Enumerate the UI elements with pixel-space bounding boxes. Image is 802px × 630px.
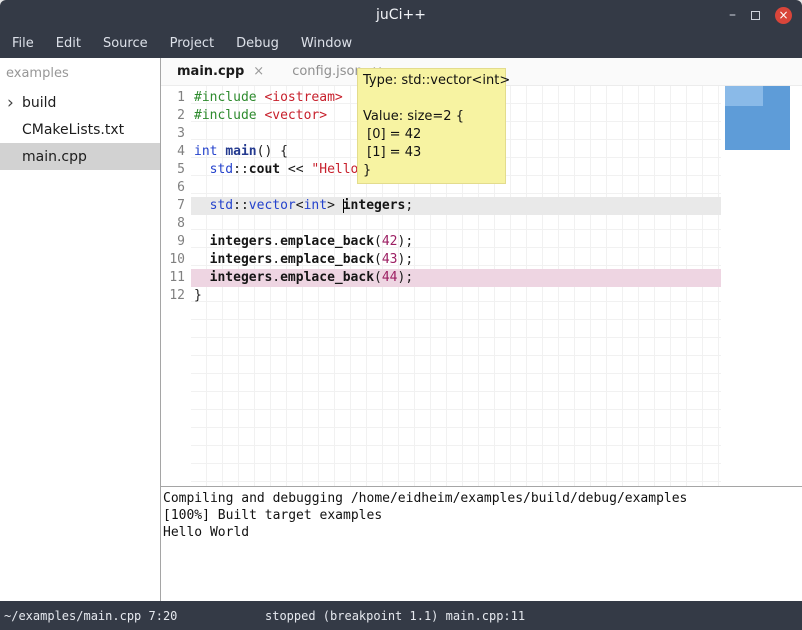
line-number: 2 [161,107,191,125]
code-line-11[interactable]: 11 integers.emplace_back(44); [161,269,802,287]
window-title: juCi++ [0,0,802,30]
menu-edit[interactable]: Edit [45,30,92,58]
tree-item-build[interactable]: ›build [0,89,160,116]
menu-window[interactable]: Window [290,30,363,58]
menu-project[interactable]: Project [159,30,225,58]
code-text [191,215,721,233]
status-file-position: ~/examples/main.cpp 7:20 [4,609,177,623]
tooltip-line: [0] = 42 [363,126,500,144]
line-number: 3 [161,125,191,143]
line-number: 12 [161,287,191,305]
debug-value-tooltip: Type: std::vector<int>Value: size=2 { [0… [357,68,506,184]
code-text: } [191,287,721,305]
project-name: examples [0,58,160,89]
code-text: integers.emplace_back(44); [191,269,721,287]
line-number: 6 [161,179,191,197]
chevron-right-icon[interactable]: › [7,96,21,110]
terminal-line: Compiling and debugging /home/eidheim/ex… [163,490,802,507]
window-controls: – × [729,0,792,30]
editor-area: main.cpp×config.json× 1#include <iostrea… [161,58,802,601]
tooltip-line: Value: size=2 { [363,108,500,126]
main-body: examples ›build CMakeLists.txt main.cpp ma… [0,58,802,601]
terminal-line: Hello World [163,524,802,541]
tree-item-cmakelists-txt[interactable]: CMakeLists.txt [0,116,160,143]
minimap[interactable] [725,86,790,150]
line-number: 9 [161,233,191,251]
terminal-line: [100%] Built target examples [163,507,802,524]
code-text: std::vector<int> integers; [191,197,721,215]
line-number: 7 [161,197,191,215]
file-tree: ›build CMakeLists.txt main.cpp [0,89,160,170]
menubar: FileEditSourceProjectDebugWindow [0,30,802,58]
line-number: 1 [161,89,191,107]
tree-item-label: main.cpp [0,149,87,165]
tooltip-line: } [363,162,500,180]
tab-main-cpp[interactable]: main.cpp × [175,58,276,86]
tab-close-icon[interactable]: × [253,64,264,79]
minimize-button[interactable]: – [729,8,736,22]
line-number: 4 [161,143,191,161]
tab-label: main.cpp [177,64,244,79]
line-number: 5 [161,161,191,179]
tooltip-line [363,90,500,108]
menu-source[interactable]: Source [92,30,159,58]
code-line-7[interactable]: 7 std::vector<int> integers; [161,197,802,215]
status-bar: ~/examples/main.cpp 7:20 stopped (breakp… [0,601,802,630]
menu-file[interactable]: File [1,30,45,58]
jucipp-window: juCi++ – × FileEditSourceProjectDebugWin… [0,0,802,630]
tab-label: config.json [292,64,363,79]
file-tree-panel: examples ›build CMakeLists.txt main.cpp [0,58,161,601]
line-number: 8 [161,215,191,233]
line-number: 11 [161,269,191,287]
titlebar[interactable]: juCi++ – × [0,0,802,30]
line-number: 10 [161,251,191,269]
tree-item-label: build [21,95,56,111]
code-line-9[interactable]: 9 integers.emplace_back(42); [161,233,802,251]
menu-debug[interactable]: Debug [225,30,290,58]
status-debug-state: stopped (breakpoint 1.1) main.cpp:11 [265,609,525,623]
minimap-viewport [725,86,763,106]
code-line-10[interactable]: 10 integers.emplace_back(43); [161,251,802,269]
maximize-icon [751,11,760,20]
maximize-button[interactable] [751,11,760,20]
tooltip-line: Type: std::vector<int> [363,72,500,90]
close-button[interactable]: × [775,7,792,24]
tooltip-line: [1] = 43 [363,144,500,162]
tree-item-label: CMakeLists.txt [0,122,124,138]
output-terminal[interactable]: Compiling and debugging /home/eidheim/ex… [161,486,802,601]
code-line-12[interactable]: 12} [161,287,802,305]
code-text: integers.emplace_back(42); [191,233,721,251]
tree-item-main-cpp[interactable]: main.cpp [0,143,160,170]
code-line-8[interactable]: 8 [161,215,802,233]
code-text: integers.emplace_back(43); [191,251,721,269]
